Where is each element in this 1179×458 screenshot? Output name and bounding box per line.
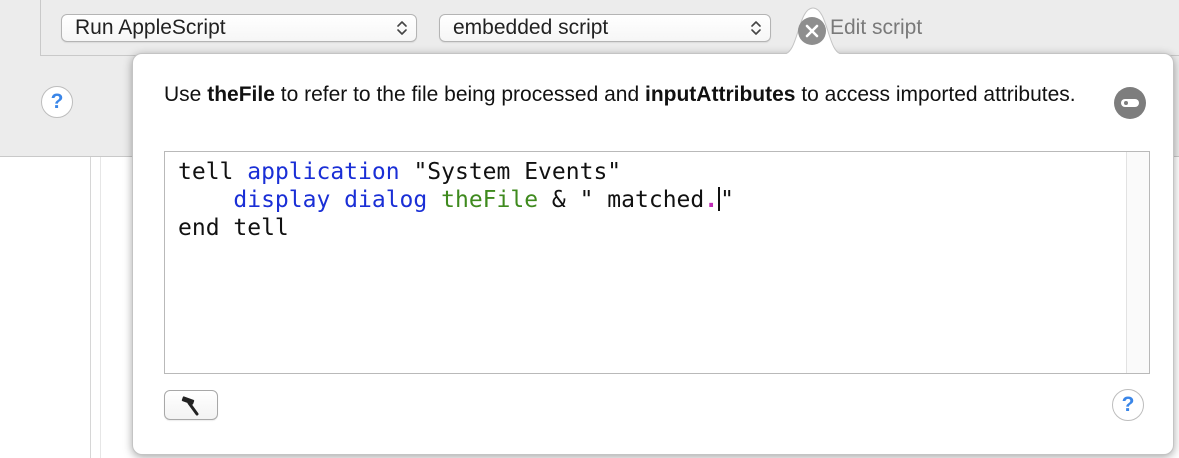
compile-button[interactable] bbox=[164, 390, 218, 420]
code-keyword: end tell bbox=[178, 215, 289, 241]
close-circle-icon bbox=[805, 24, 819, 38]
description-text: to access imported attributes. bbox=[801, 83, 1076, 106]
detach-button[interactable] bbox=[1114, 87, 1146, 119]
script-code: tell application "System Events" display… bbox=[178, 158, 734, 242]
script-source-popup-button[interactable]: embedded script bbox=[439, 14, 771, 42]
action-popup-label: Run AppleScript bbox=[75, 16, 226, 39]
detach-icon-dot bbox=[1124, 101, 1128, 105]
close-popover-button[interactable] bbox=[798, 17, 826, 45]
code-keyword: tell bbox=[178, 159, 234, 185]
divider bbox=[100, 157, 101, 458]
editor-scrollbar[interactable] bbox=[1126, 152, 1149, 373]
popover-description: Use theFile to refer to the file being p… bbox=[164, 81, 1114, 109]
code-variable-thefile: theFile bbox=[441, 187, 539, 213]
code-keyword-display-dialog: display dialog bbox=[233, 187, 428, 213]
code-string: "System Events" bbox=[413, 159, 622, 185]
up-down-chevron-icon bbox=[397, 21, 407, 35]
description-text: Use bbox=[164, 83, 202, 106]
divider bbox=[90, 157, 91, 458]
code-string-end: " bbox=[720, 187, 734, 213]
edit-script-popover: Use theFile to refer to the file being p… bbox=[132, 53, 1174, 455]
code-keyword-application: application bbox=[247, 159, 400, 185]
script-editor[interactable]: tell application "System Events" display… bbox=[164, 151, 1150, 374]
code-highlighted-period: . bbox=[704, 187, 719, 213]
help-button[interactable]: ? bbox=[1112, 389, 1144, 421]
action-popup-button[interactable]: Run AppleScript bbox=[61, 14, 417, 42]
hammer-icon bbox=[181, 396, 199, 416]
edit-script-label[interactable]: Edit script bbox=[830, 16, 922, 40]
variable-name-inputattributes: inputAttributes bbox=[644, 83, 796, 106]
up-down-chevron-icon bbox=[751, 21, 761, 35]
variable-name-thefile: theFile bbox=[207, 83, 275, 106]
script-source-popup-label: embedded script bbox=[453, 16, 609, 39]
code-string: & " matched bbox=[551, 187, 705, 213]
description-text: to refer to the file being processed and bbox=[280, 83, 640, 106]
help-button[interactable]: ? bbox=[41, 86, 73, 118]
